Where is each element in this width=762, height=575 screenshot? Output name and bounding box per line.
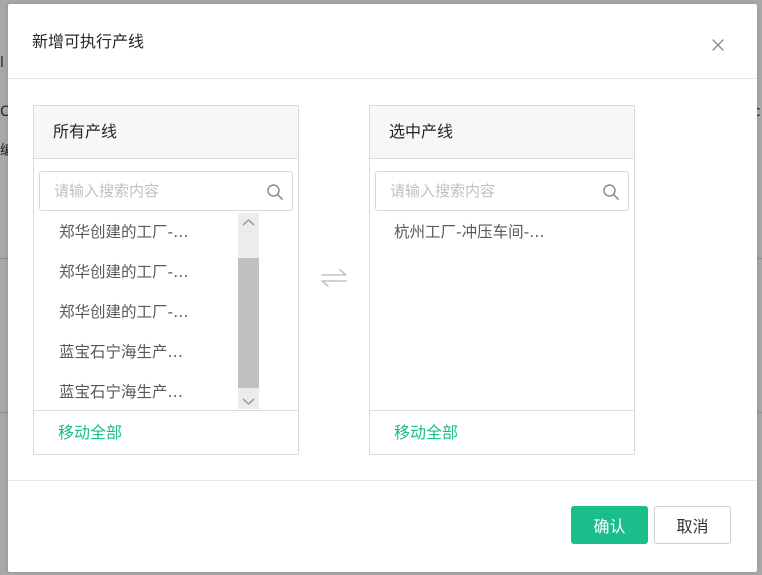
right-item-list: 杭州工厂-冲压车间-… xyxy=(370,213,632,409)
footer-divider xyxy=(8,480,757,481)
move-all-button[interactable]: 移动全部 xyxy=(394,424,458,442)
left-search-box xyxy=(39,171,293,211)
panel-title: 所有产线 xyxy=(53,122,118,141)
confirm-button[interactable]: 确认 xyxy=(571,506,648,544)
close-icon xyxy=(712,39,724,51)
dialog-title: 新增可执行产线 xyxy=(32,32,145,51)
scrollbar-thumb[interactable] xyxy=(238,258,259,388)
chevron-up-icon[interactable] xyxy=(238,215,259,231)
dialog-header: 新增可执行产线 xyxy=(8,4,757,79)
list-scrollbar[interactable] xyxy=(238,213,259,409)
search-icon[interactable] xyxy=(602,183,620,201)
search-icon[interactable] xyxy=(266,183,284,201)
chevron-down-icon[interactable] xyxy=(238,393,259,409)
all-lines-panel: 所有产线 郑华创建的工厂-… 郑华创建的工厂-… 郑华创建的工厂-… 蓝宝石宁海… xyxy=(33,105,299,455)
panel-title: 选中产线 xyxy=(389,122,454,141)
list-item[interactable]: 郑华创建的工厂-… xyxy=(59,300,239,324)
left-search-input[interactable] xyxy=(54,181,254,201)
transfer-arrows-icon xyxy=(321,269,347,287)
list-item[interactable]: 杭州工厂-冲压车间-… xyxy=(394,220,614,244)
panel-header: 所有产线 xyxy=(34,106,298,159)
panel-footer: 移动全部 xyxy=(34,410,298,454)
right-search-input[interactable] xyxy=(390,181,590,201)
right-search-box xyxy=(375,171,629,211)
background-text: l xyxy=(0,55,4,71)
list-item[interactable]: 郑华创建的工厂-… xyxy=(59,220,239,244)
panel-footer: 移动全部 xyxy=(370,410,634,454)
cancel-button[interactable]: 取消 xyxy=(654,506,731,544)
list-item[interactable]: 蓝宝石宁海生产… xyxy=(59,340,239,364)
move-all-button[interactable]: 移动全部 xyxy=(58,424,122,442)
add-production-line-dialog: 新增可执行产线 所有产线 郑华创建的工厂-… 郑华创建的工厂-… 郑华创建的工厂… xyxy=(8,4,757,572)
list-item[interactable]: 蓝宝石宁海生产… xyxy=(59,380,239,404)
selected-lines-panel: 选中产线 杭州工厂-冲压车间-… 移动全部 xyxy=(369,105,635,455)
list-item[interactable]: 郑华创建的工厂-… xyxy=(59,260,239,284)
close-button[interactable] xyxy=(708,35,728,55)
panel-header: 选中产线 xyxy=(370,106,634,159)
